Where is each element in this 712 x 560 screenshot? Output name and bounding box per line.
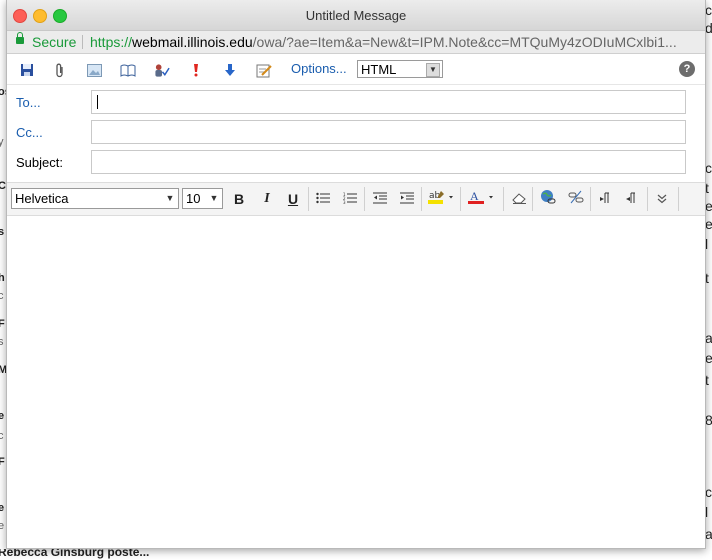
message-format-select[interactable]: HTML ▼ [357, 60, 443, 78]
bold-icon[interactable]: B [229, 189, 249, 209]
eraser-icon[interactable] [509, 189, 529, 209]
toolbar-separator [590, 187, 591, 211]
to-field[interactable] [91, 90, 686, 114]
background-fragment: d [705, 20, 712, 36]
cc-field[interactable] [91, 120, 686, 144]
subject-label: Subject: [16, 155, 63, 170]
message-body-editor[interactable] [7, 216, 705, 548]
chevron-down-icon: ▼ [165, 193, 175, 203]
background-fragment: s [0, 226, 5, 238]
expand-toolbar-icon[interactable] [652, 189, 672, 209]
message-format-value: HTML [361, 62, 397, 77]
title-bar[interactable]: Untitled Message [7, 0, 705, 31]
remove-link-icon[interactable] [566, 189, 586, 209]
background-fragment: cl [705, 160, 712, 176]
toolbar-separator [364, 187, 365, 211]
importance-high-icon[interactable] [188, 62, 204, 78]
text-caret [97, 95, 98, 109]
chevron-down-icon: ▼ [209, 193, 219, 203]
background-fragment: e [705, 350, 712, 366]
url-protocol: https:// [90, 34, 133, 50]
background-page-bottom: Rebecca Ginsburg poste... [0, 549, 712, 560]
background-fragment: F [0, 318, 5, 330]
background-fragment: a [705, 526, 712, 542]
background-fragment: s [0, 336, 4, 348]
font-family-value: Helvetica [15, 191, 69, 206]
options-link[interactable]: Options... [291, 61, 347, 76]
font-size-select[interactable]: 10 ▼ [182, 188, 223, 209]
address-book-icon[interactable] [120, 62, 136, 78]
subject-row: Subject: [7, 149, 705, 179]
save-icon[interactable] [19, 62, 35, 78]
decrease-indent-icon[interactable] [370, 189, 390, 209]
background-fragment: cl [705, 2, 712, 18]
font-size-value: 10 [186, 191, 201, 206]
cc-row: Cc... [7, 119, 705, 149]
background-fragment: F [0, 456, 5, 468]
image-icon[interactable] [86, 62, 102, 78]
to-row: To... [7, 89, 705, 119]
underline-icon[interactable]: U [283, 189, 303, 209]
background-fragment: c [705, 484, 712, 500]
bulleted-list-icon[interactable] [313, 189, 333, 209]
url-path: /owa/?ae=Item&a=New&t=IPM.Note&cc=MTQuMy… [252, 34, 677, 50]
message-toolbar: Options... HTML ▼ ? [7, 54, 705, 85]
window-title: Untitled Message [305, 8, 407, 23]
svg-text:A: A [470, 189, 479, 203]
background-fragment: 8 [705, 412, 712, 428]
italic-icon[interactable]: I [257, 189, 277, 209]
left-to-right-icon[interactable] [596, 189, 616, 209]
toolbar-separator [678, 187, 679, 211]
background-fragment: e [0, 502, 5, 514]
importance-low-icon[interactable] [222, 62, 238, 78]
url-text[interactable]: https://webmail.illinois.edu/owa/?ae=Ite… [90, 31, 705, 53]
background-fragment: c [0, 430, 4, 442]
lock-icon [16, 32, 24, 44]
toolbar-separator [460, 187, 461, 211]
formatting-toolbar: Helvetica ▼ 10 ▼ B I U 123 ab A [7, 182, 705, 216]
right-to-left-icon[interactable] [622, 189, 642, 209]
toolbar-separator [647, 187, 648, 211]
signature-icon[interactable] [256, 62, 272, 78]
cc-button[interactable]: Cc... [16, 125, 43, 140]
attach-icon[interactable] [52, 62, 68, 78]
subject-field[interactable] [91, 150, 686, 174]
toolbar-separator [308, 187, 309, 211]
font-family-select[interactable]: Helvetica ▼ [11, 188, 179, 209]
compose-window: Untitled Message Secure https://webmail.… [6, 0, 706, 549]
to-button[interactable]: To... [16, 95, 41, 110]
address-bar[interactable]: Secure https://webmail.illinois.edu/owa/… [7, 31, 705, 54]
background-post-text: Rebecca Ginsburg poste... [0, 549, 150, 559]
highlight-color-icon[interactable]: ab [426, 189, 456, 209]
background-fragment: h [0, 272, 5, 284]
background-fragment: y [0, 136, 4, 148]
insert-link-icon[interactable] [538, 189, 558, 209]
increase-indent-icon[interactable] [397, 189, 417, 209]
background-fragment: e [0, 410, 5, 422]
background-fragment: a [705, 330, 712, 346]
svg-text:3: 3 [343, 200, 346, 204]
background-fragment: e [705, 198, 712, 214]
check-names-icon[interactable] [154, 62, 170, 78]
toolbar-separator [421, 187, 422, 211]
toolbar-separator [532, 187, 533, 211]
secure-label: Secure [32, 34, 77, 50]
toolbar-separator [503, 187, 504, 211]
url-host: webmail.illinois.edu [132, 34, 253, 50]
background-fragment: e [705, 216, 712, 232]
background-fragment: c [0, 290, 4, 302]
address-divider [82, 35, 83, 49]
chevron-down-icon: ▼ [426, 63, 440, 77]
font-color-icon[interactable]: A [465, 189, 497, 209]
numbered-list-icon[interactable]: 123 [340, 189, 360, 209]
background-fragment: e [0, 520, 5, 532]
help-icon[interactable]: ? [679, 61, 695, 77]
